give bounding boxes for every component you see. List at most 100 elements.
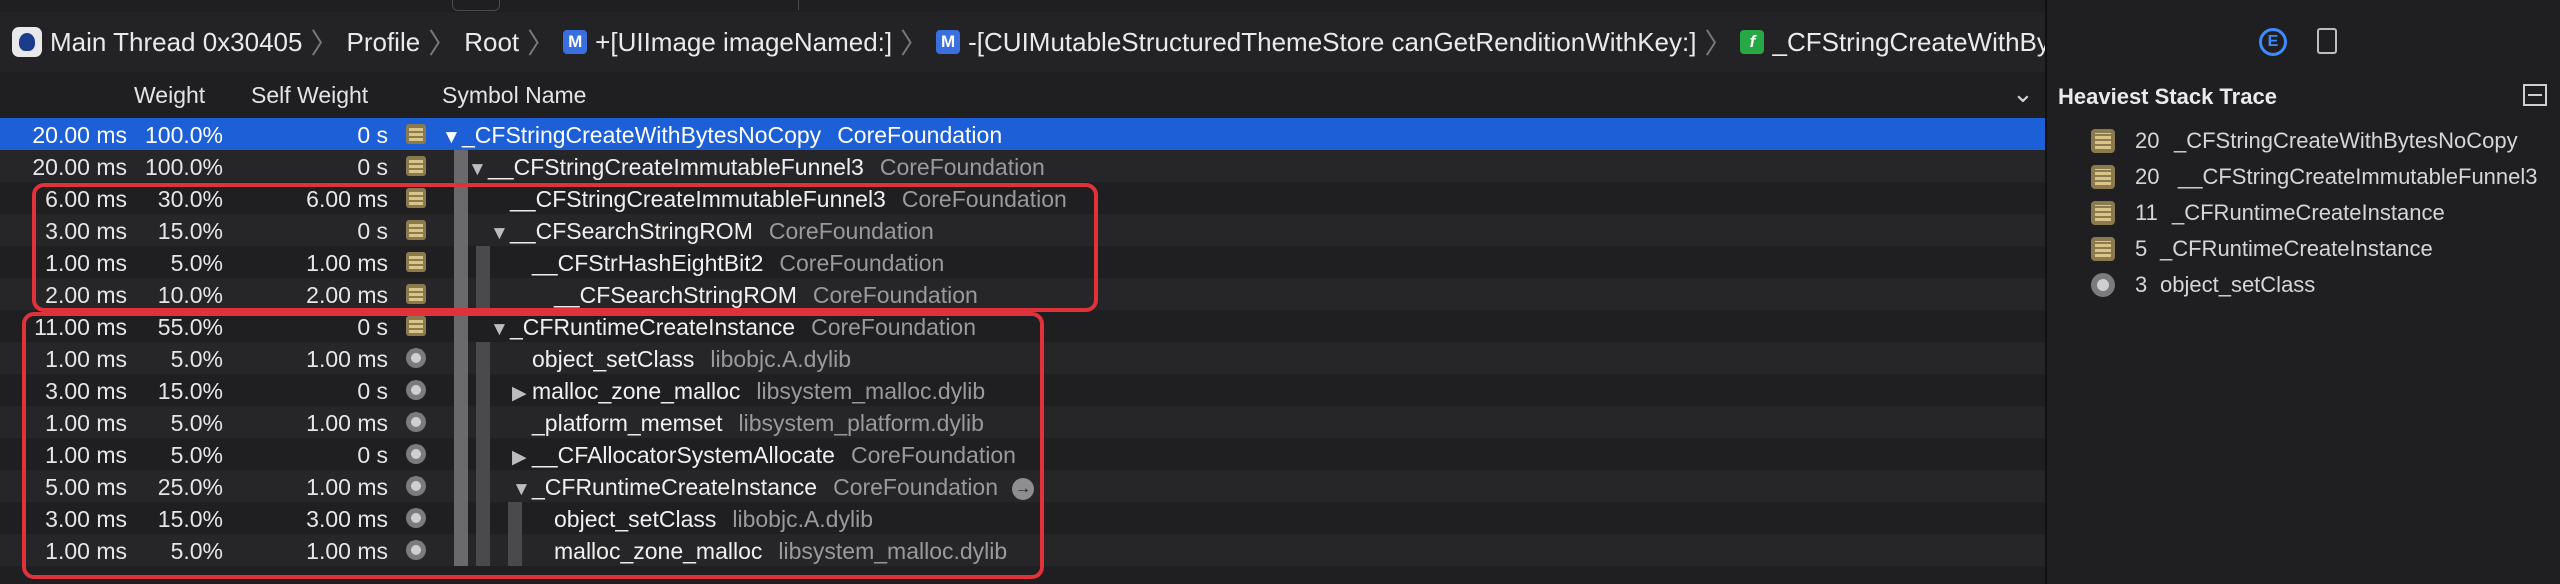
library-name: CoreFoundation [850, 442, 1016, 468]
breadcrumb-item[interactable]: f _CFStringCreateWithBytesNoCopy [1734, 27, 2045, 58]
stack-frame-item[interactable]: 3 object_setClass [2047, 266, 2560, 302]
go-to-arrow-icon[interactable]: → [1012, 477, 1035, 500]
weight-percent-cell: 100.0% [144, 122, 223, 148]
library-name: libsystem_malloc.dylib [778, 538, 1008, 564]
tree-guide [454, 438, 468, 470]
self-weight-cell: 2.00 ms [306, 282, 388, 308]
tree-guide [454, 182, 468, 214]
system-library-icon [406, 284, 426, 304]
stack-frame-count: 20 [2135, 164, 2160, 189]
tree-guide [454, 534, 468, 566]
document-tab-icon[interactable] [2317, 28, 2337, 54]
breadcrumb-item[interactable]: M +[UIImage imageNamed:] [557, 27, 898, 58]
disclosure-open-icon[interactable]: ▼ [512, 479, 532, 501]
tab-divider [798, 0, 799, 10]
stack-frame-item[interactable]: 20 __CFStringCreateImmutableFunnel3 [2047, 158, 2560, 194]
tree-guide [454, 310, 468, 342]
weight-ms-cell: 20.00 ms [32, 122, 127, 148]
breadcrumb-item[interactable]: M -[CUIMutableStructuredThemeStore canGet… [930, 27, 1702, 58]
weight-ms-cell: 11.00 ms [34, 314, 127, 340]
table-row[interactable]: 3.00 ms 15.0% 0 s ▼__CFSearchStringROM CoreF… [0, 214, 2045, 246]
library-name: CoreFoundation [833, 474, 999, 500]
disclosure-open-icon[interactable]: ▼ [442, 127, 462, 149]
breadcrumb-item[interactable]: Root [458, 27, 525, 58]
stack-frame-item[interactable]: 20 _CFStringCreateWithBytesNoCopy [2047, 122, 2560, 158]
tree-guide [454, 150, 468, 182]
stack-frame-item[interactable]: 5 _CFRuntimeCreateInstance [2047, 230, 2560, 266]
system-library-icon [2091, 165, 2115, 189]
tree-guide [476, 502, 490, 534]
table-row[interactable]: 1.00 ms 5.0% 1.00 ms _platform_memset libsys… [0, 406, 2045, 438]
disclosure-closed-icon[interactable]: ▶ [512, 446, 532, 469]
library-name: CoreFoundation [879, 154, 1045, 180]
self-weight-cell: 0 s [357, 378, 388, 404]
symbol-name: _platform_memset [532, 410, 723, 436]
self-weight-cell: 1.00 ms [306, 250, 388, 276]
table-row[interactable]: 1.00 ms 5.0% 1.00 ms __CFStrHashEightBit2 Co… [0, 246, 2045, 278]
table-row[interactable]: 20.00 ms 100.0% 0 s ▼__CFStringCreateImmuta… [0, 150, 2045, 182]
system-library-icon [2091, 129, 2115, 153]
breadcrumb-item[interactable]: Main Thread 0x30405 [0, 27, 308, 58]
column-self-weight[interactable]: Self Weight [251, 82, 368, 109]
breadcrumb-label: -[CUIMutableStructuredThemeStore canGetR… [968, 26, 1697, 57]
system-library-icon [406, 124, 426, 144]
user-library-icon [406, 444, 426, 464]
library-name: libobjc.A.dylib [710, 346, 851, 372]
symbol-name: _CFRuntimeCreateInstance [510, 314, 796, 340]
breadcrumb-label: +[UIImage imageNamed:] [595, 26, 893, 57]
tree-guide [476, 534, 490, 566]
extended-detail-tab-icon[interactable]: E [2259, 28, 2287, 56]
table-row[interactable]: 2.00 ms 10.0% 2.00 ms __CFSearchStringROM Co… [0, 278, 2045, 310]
tree-guide [454, 246, 468, 278]
tree-guide [476, 342, 490, 374]
library-name: CoreFoundation [811, 314, 977, 340]
table-row[interactable]: 3.00 ms 15.0% 3.00 ms object_setClass libobj… [0, 502, 2045, 534]
stack-frame-item[interactable]: 11 _CFRuntimeCreateInstance [2047, 194, 2560, 230]
symbol-name: malloc_zone_malloc [554, 538, 763, 564]
column-symbol-name[interactable]: Symbol Name [442, 82, 586, 109]
stack-frame-name: __CFStringCreateImmutableFunnel3 [2178, 164, 2538, 189]
library-name: libsystem_platform.dylib [738, 410, 984, 436]
disclosure-open-icon[interactable]: ▼ [490, 223, 510, 245]
table-row[interactable]: 1.00 ms 5.0% 1.00 ms object_setClass libobjc… [0, 342, 2045, 374]
weight-percent-cell: 5.0% [170, 250, 223, 276]
breadcrumb-label: _CFStringCreateWithBytesNoCopy [1772, 26, 2045, 57]
top-edge-strip [0, 0, 2045, 12]
tree-guide [476, 374, 490, 406]
library-name: CoreFoundation [768, 218, 934, 244]
breadcrumb-item[interactable]: Profile [341, 27, 427, 58]
table-row[interactable]: 1.00 ms 5.0% 1.00 ms malloc_zone_malloc libs… [0, 534, 2045, 566]
table-row[interactable]: 20.00 ms 100.0% 0 s ▼_CFStringCreateWithByt… [0, 118, 2045, 150]
self-weight-cell: 3.00 ms [306, 506, 388, 532]
self-weight-cell: 0 s [357, 218, 388, 244]
weight-ms-cell: 20.00 ms [32, 154, 127, 180]
symbol-cell: ▼_CFRuntimeCreateInstance CoreFoundation [490, 314, 976, 341]
stack-options-icon[interactable] [2523, 84, 2547, 106]
weight-percent-cell: 30.0% [157, 186, 223, 212]
breadcrumb-separator-icon: 〉 [428, 28, 457, 59]
table-row[interactable]: 6.00 ms 30.0% 6.00 ms __CFStringCreateImmut… [0, 182, 2045, 214]
column-weight[interactable]: Weight [134, 82, 205, 109]
symbol-cell: ▶ __CFAllocatorSystemAllocate CoreFoundati… [512, 442, 1016, 469]
symbol-cell: malloc_zone_malloc libsystem_malloc.dylib [534, 538, 1007, 565]
stack-frame-count: 20 [2135, 128, 2160, 153]
system-library-icon [2091, 237, 2115, 261]
stack-frame-name: _CFRuntimeCreateInstance [2160, 236, 2433, 261]
user-library-icon [406, 412, 426, 432]
table-row[interactable]: 3.00 ms 15.0% 0 s ▶ malloc_zone_malloc libsys… [0, 374, 2045, 406]
library-name: libsystem_malloc.dylib [756, 378, 986, 404]
chevron-down-icon[interactable]: ⌄ [2012, 78, 2034, 109]
symbol-cell: __CFSearchStringROM CoreFoundation [534, 282, 978, 309]
disclosure-open-icon[interactable]: ▼ [490, 319, 510, 341]
tree-guide [454, 374, 468, 406]
tree-guide [476, 278, 490, 310]
disclosure-open-icon[interactable]: ▼ [468, 159, 488, 181]
system-library-icon [2091, 201, 2115, 225]
system-library-icon [406, 156, 426, 176]
disclosure-closed-icon[interactable]: ▶ [512, 382, 532, 405]
table-row[interactable]: 11.00 ms 55.0% 0 s ▼_CFRuntimeCreateInstanc… [0, 310, 2045, 342]
table-row[interactable]: 5.00 ms 25.0% 1.00 ms ▼_CFRuntimeCreateInst… [0, 470, 2045, 502]
table-row[interactable]: 1.00 ms 5.0% 0 s ▶ __CFAllocatorSystemAlloca… [0, 438, 2045, 470]
add-tab-stub[interactable] [452, 0, 500, 11]
weight-percent-cell: 55.0% [157, 314, 223, 340]
